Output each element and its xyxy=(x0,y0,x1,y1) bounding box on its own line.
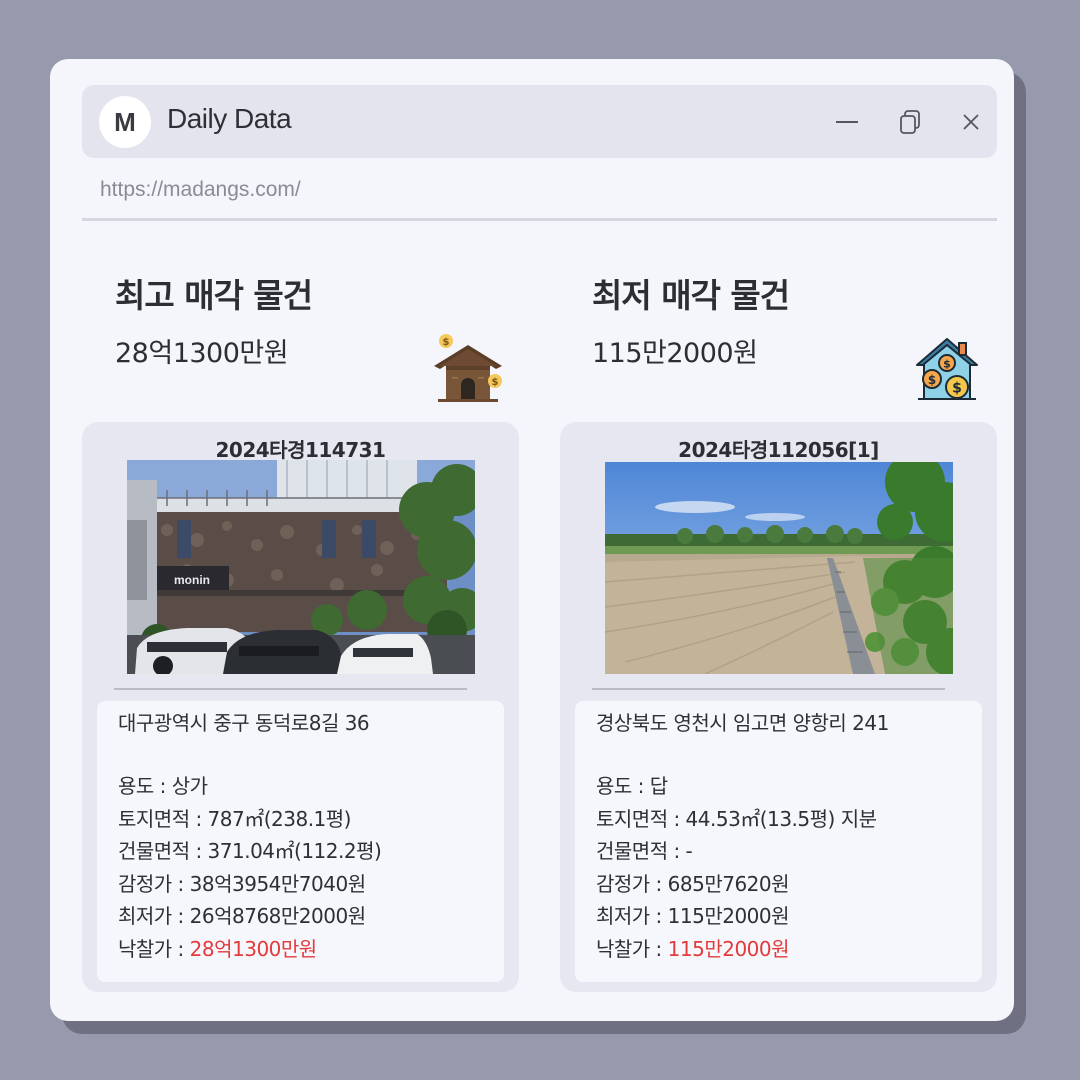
svg-text:$: $ xyxy=(952,381,962,397)
building-area: 건물면적 : 371.04㎡(112.2평) xyxy=(118,839,382,863)
close-icon xyxy=(963,114,979,130)
highest-sale-header: 최고 매각 물건 28억1300만원 xyxy=(115,269,313,370)
field-photo xyxy=(605,462,953,674)
winning-bid-label: 낙찰가 : xyxy=(118,936,190,961)
close-button[interactable] xyxy=(954,105,988,139)
minimize-button[interactable] xyxy=(830,105,864,139)
case-number: 2024타경114731 xyxy=(215,438,386,462)
title-bar: M Daily Data xyxy=(82,85,997,158)
svg-text:$: $ xyxy=(928,373,936,387)
lowest-sale-card[interactable]: 2024타경112056[1] 경상북도 영천시 임고면 양항리 241 용도 … xyxy=(560,422,997,992)
minimize-icon xyxy=(836,121,858,123)
winning-bid-label: 낙찰가 : xyxy=(596,936,668,961)
house-money-icon: $ $ xyxy=(434,334,502,402)
property-details: 경상북도 영천시 임고면 양항리 241 용도 : 답 토지면적 : 44.53… xyxy=(575,701,982,982)
card-divider xyxy=(592,688,945,690)
card-divider xyxy=(114,688,467,690)
address: 대구광역시 중구 동덕로8길 36 xyxy=(118,711,370,735)
winning-bid: 낙찰가 : 115만2000원 xyxy=(596,933,982,966)
building-area: 건물면적 : - xyxy=(596,839,693,863)
lowest-sale-price: 115만2000원 xyxy=(592,338,758,369)
property-details: 대구광역시 중구 동덕로8길 36 용도 : 상가 토지면적 : 787㎡(23… xyxy=(97,701,504,982)
highest-sale-price: 28억1300만원 xyxy=(115,338,289,369)
minimum-price: 최저가 : 115만2000원 xyxy=(596,904,790,928)
minimum-price: 최저가 : 26억8768만2000원 xyxy=(118,904,366,928)
winning-bid-value: 115만2000원 xyxy=(667,936,790,961)
building-photo: monin xyxy=(127,460,475,674)
usage: 용도 : 답 xyxy=(596,774,668,798)
svg-text:monin: monin xyxy=(174,573,210,587)
app-title: Daily Data xyxy=(167,103,292,134)
svg-text:$: $ xyxy=(443,337,450,348)
usage: 용도 : 상가 xyxy=(118,774,208,798)
url-text[interactable]: https://madangs.com/ xyxy=(100,178,301,202)
app-window: M Daily Data https://madangs.com/ 최고 매각 … xyxy=(50,59,1014,1021)
svg-text:$: $ xyxy=(943,358,951,371)
appraisal-price: 감정가 : 38억3954만7040원 xyxy=(118,871,366,896)
case-number: 2024타경112056[1] xyxy=(678,438,879,462)
svg-text:$: $ xyxy=(492,377,499,388)
lowest-sale-title: 최저 매각 물건 xyxy=(592,276,790,315)
address: 경상북도 영천시 임고면 양항리 241 xyxy=(596,711,889,735)
restore-icon xyxy=(900,110,920,134)
winning-bid-value: 28억1300만원 xyxy=(189,936,318,961)
highest-sale-card[interactable]: 2024타경114731 monin 대구광역시 중구 동덕로8길 36 용도 … xyxy=(82,422,519,992)
land-area: 토지면적 : 44.53㎡(13.5평) 지분 xyxy=(596,806,877,831)
land-area: 토지면적 : 787㎡(238.1평) xyxy=(118,806,352,831)
house-coins-icon: $ $ $ xyxy=(916,338,978,400)
lowest-sale-header: 최저 매각 물건 115만2000원 xyxy=(592,269,790,370)
restore-button[interactable] xyxy=(894,105,928,139)
winning-bid: 낙찰가 : 28억1300만원 xyxy=(118,933,504,966)
header-divider xyxy=(82,218,997,221)
highest-sale-title: 최고 매각 물건 xyxy=(115,276,313,315)
appraisal-price: 감정가 : 685만7620원 xyxy=(596,871,790,896)
avatar: M xyxy=(99,96,151,148)
